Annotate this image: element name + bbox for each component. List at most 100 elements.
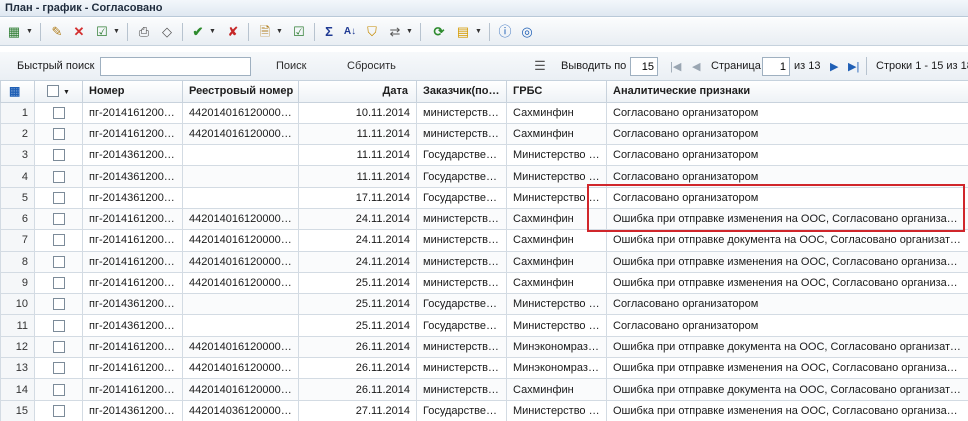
print-icon[interactable]: ⎙	[135, 23, 153, 41]
row-number: 1	[0, 101, 35, 124]
row-checkbox[interactable]	[52, 362, 65, 375]
cell-grbs: Министерство …	[506, 186, 607, 209]
cell-number: пг-2014161200…	[82, 335, 183, 359]
row-checkbox[interactable]	[52, 404, 65, 417]
quick-search-bar: Быстрый поиск Поиск Сбросить ☰ Выводить …	[0, 52, 968, 81]
chevron-down-icon[interactable]: ▼	[113, 23, 120, 41]
grid-settings-header[interactable]: ▦	[0, 81, 35, 103]
table-row[interactable]: 11 пг-2014361200… 25.11.2014 Государстве… Ми…	[0, 314, 968, 337]
cell-grbs: Сахминфин	[506, 101, 607, 124]
cell-number: пг-2014361200…	[82, 399, 183, 421]
row-checkbox[interactable]	[52, 340, 65, 353]
column-header-analytic[interactable]: Аналитические признаки	[606, 81, 968, 103]
search-button[interactable]: Поиск	[276, 60, 306, 72]
row-number: 11	[0, 314, 35, 337]
select-all-checkbox[interactable]	[47, 85, 59, 98]
cell-number: пг-2014161200…	[82, 122, 183, 146]
column-header-number[interactable]: Номер	[82, 81, 183, 103]
table-row[interactable]: 12 пг-2014161200… 442014016120000… 26.11.20…	[0, 335, 968, 359]
row-select	[34, 314, 83, 337]
info-icon[interactable]: ⓘ	[496, 23, 514, 41]
row-checkbox[interactable]	[52, 213, 65, 226]
cell-date: 17.11.2014	[298, 186, 417, 209]
table-row[interactable]: 9 пг-2014161200… 442014016120000… 25.11.201…	[0, 271, 968, 295]
table-row[interactable]: 15 пг-2014361200… 442014036120000… 27.11.20…	[0, 399, 968, 421]
cell-grbs: Министерство …	[506, 293, 607, 316]
chevron-down-icon[interactable]: ▼	[209, 23, 216, 41]
row-checkbox[interactable]	[52, 319, 65, 332]
prev-page-icon[interactable]: ◀	[692, 60, 700, 73]
row-checkbox[interactable]	[52, 277, 65, 290]
row-number: 13	[0, 357, 35, 380]
chevron-down-icon[interactable]: ▼	[26, 23, 33, 41]
row-select	[34, 122, 83, 146]
per-page-input[interactable]	[630, 57, 658, 76]
cell-customer: министерство…	[416, 229, 507, 252]
table-row[interactable]: 14 пг-2014161200… 442014016120000… 26.11.20…	[0, 378, 968, 401]
sigma-icon[interactable]: Σ	[321, 23, 337, 41]
document-icon[interactable]: 🗎	[256, 23, 274, 41]
row-checkbox[interactable]	[52, 298, 65, 311]
reset-button[interactable]: Сбросить	[347, 60, 396, 72]
next-page-icon[interactable]: ▶	[830, 60, 838, 73]
row-checkbox[interactable]	[52, 106, 65, 119]
row-checkbox[interactable]	[52, 234, 65, 247]
row-checkbox[interactable]	[52, 191, 65, 204]
table-row[interactable]: 7 пг-2014161200… 442014016120000… 24.11.201…	[0, 229, 968, 252]
cell-date: 24.11.2014	[298, 207, 417, 231]
export-icon[interactable]: ◇	[158, 23, 176, 41]
table-row[interactable]: 13 пг-2014161200… 442014016120000… 26.11.20…	[0, 357, 968, 380]
row-checkbox[interactable]	[52, 170, 65, 183]
chevron-down-icon[interactable]: ▼	[406, 23, 413, 41]
filter-icon[interactable]: ⛉	[364, 23, 380, 41]
quick-search-input[interactable]	[100, 57, 251, 76]
document-check-icon[interactable]: ☑	[290, 23, 308, 41]
cell-customer: министерство…	[416, 250, 507, 273]
column-header-customer[interactable]: Заказчик(по…	[416, 81, 507, 103]
page-settings-icon[interactable]: ☰	[532, 57, 548, 75]
row-number: 5	[0, 186, 35, 209]
row-checkbox[interactable]	[52, 127, 65, 140]
chevron-down-icon[interactable]: ▼	[475, 23, 482, 41]
table-row[interactable]: 4 пг-2014361200… 11.11.2014 Государстве… Мин…	[0, 165, 968, 188]
edit-icon[interactable]: ✎	[48, 23, 66, 41]
table-row[interactable]: 8 пг-2014161200… 442014016120000… 24.11.201…	[0, 250, 968, 273]
cell-analytic: Ошибка при отправке изменения на ООС, Со…	[606, 399, 968, 421]
table-row[interactable]: 1 пг-2014161200… 442014016120000… 10.11.201…	[0, 101, 968, 124]
row-checkbox[interactable]	[52, 255, 65, 268]
last-page-icon[interactable]: ▶|	[848, 60, 859, 73]
page-input[interactable]	[762, 57, 790, 76]
row-number: 4	[0, 165, 35, 188]
table-row[interactable]: 6 пг-2014161200… 442014016120000… 24.11.201…	[0, 207, 968, 231]
folder-icon[interactable]: ▤	[454, 23, 472, 41]
grid-add-icon[interactable]: ▦	[4, 23, 24, 41]
data-grid: ▦ ▼ Номер Реестровый номер Дата Заказчик…	[0, 81, 968, 421]
check-icon[interactable]: ✔	[189, 23, 207, 41]
cell-date: 26.11.2014	[298, 378, 417, 401]
uncheck-icon[interactable]: ✘	[224, 23, 242, 41]
cell-registry: 442014016120000…	[182, 122, 299, 146]
help-icon[interactable]: ◎	[518, 23, 536, 41]
chevron-down-icon[interactable]: ▼	[63, 89, 70, 96]
sort-icon[interactable]: A↓	[342, 23, 358, 41]
row-select	[34, 250, 83, 273]
table-row[interactable]: 3 пг-2014361200… 11.11.2014 Государстве… Мин…	[0, 144, 968, 167]
column-header-grbs[interactable]: ГРБС	[506, 81, 607, 103]
refresh-icon[interactable]: ⟳	[430, 23, 448, 41]
link-icon[interactable]: ⇄	[387, 23, 403, 41]
cell-customer: Государстве…	[416, 293, 507, 316]
delete-icon[interactable]: ✕	[70, 23, 88, 41]
row-number: 8	[0, 250, 35, 273]
table-row[interactable]: 10 пг-2014361200… 25.11.2014 Государстве… Ми…	[0, 293, 968, 316]
select-all-header[interactable]: ▼	[34, 81, 83, 103]
row-checkbox[interactable]	[52, 383, 65, 396]
first-page-icon[interactable]: |◀	[670, 60, 681, 73]
column-header-date[interactable]: Дата	[298, 81, 417, 103]
table-row[interactable]: 2 пг-2014161200… 442014016120000… 11.11.201…	[0, 122, 968, 146]
row-checkbox[interactable]	[52, 149, 65, 162]
chevron-down-icon[interactable]: ▼	[276, 23, 283, 41]
approve-icon[interactable]: ☑	[93, 23, 111, 41]
table-row[interactable]: 5 пг-2014361200… 17.11.2014 Государстве… Мин…	[0, 186, 968, 209]
table-icon[interactable]: ▦	[9, 84, 20, 98]
column-header-registry[interactable]: Реестровый номер	[182, 81, 299, 103]
